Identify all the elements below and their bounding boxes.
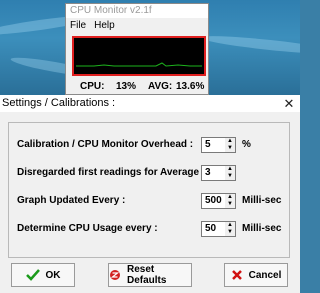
cancel-button[interactable]: Cancel — [224, 263, 288, 287]
reset-label: Reset Defaults — [127, 264, 167, 286]
avg-value: 13.6% — [176, 81, 205, 92]
cpu-monitor-titlebar[interactable]: CPU Monitor v2.1f — [66, 4, 208, 18]
cancel-label: Cancel — [248, 269, 282, 281]
readings-stepper[interactable]: 3 ▲ ▼ — [201, 165, 236, 181]
wallpaper-streak — [199, 32, 300, 58]
cpu-label: CPU: — [80, 81, 105, 92]
spin-down-icon[interactable]: ▼ — [225, 145, 235, 152]
graph-update-label: Graph Updated Every : — [17, 195, 126, 206]
readings-label: Disregarded first readings for Average C… — [17, 167, 230, 178]
cpu-status-bar: CPU: 13% AVG: 13.6% — [72, 78, 206, 94]
cpu-usage-label: Determine CPU Usage every : — [17, 223, 158, 234]
settings-dialog: Settings / Calibrations : ✕ Calibration … — [0, 95, 300, 293]
close-icon[interactable]: ✕ — [282, 95, 296, 112]
spin-up-icon[interactable]: ▲ — [225, 166, 235, 173]
cpu-usage-unit: Milli-sec — [242, 223, 282, 234]
overhead-unit: % — [242, 139, 251, 150]
graph-update-unit: Milli-sec — [242, 195, 282, 206]
dialog-title: Settings / Calibrations : — [2, 97, 116, 109]
cpu-usage-value[interactable]: 50 — [205, 223, 216, 234]
menu-help[interactable]: Help — [94, 18, 115, 33]
cpu-graph-line — [76, 62, 202, 67]
overhead-value[interactable]: 5 — [205, 139, 211, 150]
readings-row: Disregarded first readings for Average C… — [9, 165, 291, 183]
cpu-usage-stepper[interactable]: 50 ▲ ▼ — [201, 221, 236, 237]
cpu-graph-plot — [76, 62, 202, 67]
settings-group: Calibration / CPU Monitor Overhead : 5 ▲… — [8, 122, 290, 258]
graph-update-row: Graph Updated Every : 500 ▲ ▼ Milli-sec — [9, 193, 291, 211]
dialog-titlebar[interactable]: Settings / Calibrations : ✕ — [0, 95, 300, 112]
cpu-monitor-window: CPU Monitor v2.1f File Help CPU: 13% AVG… — [65, 3, 209, 95]
spin-up-icon[interactable]: ▲ — [225, 194, 235, 201]
check-icon — [25, 269, 40, 281]
spin-down-icon[interactable]: ▼ — [225, 173, 235, 180]
spin-down-icon[interactable]: ▼ — [225, 229, 235, 236]
ok-label: OK — [45, 269, 61, 281]
overhead-row: Calibration / CPU Monitor Overhead : 5 ▲… — [9, 137, 291, 155]
spin-up-icon[interactable]: ▲ — [225, 138, 235, 145]
readings-value[interactable]: 3 — [205, 167, 211, 178]
cancel-icon — [231, 269, 243, 281]
overhead-stepper[interactable]: 5 ▲ ▼ — [201, 137, 236, 153]
desktop-background: CPU Monitor v2.1f File Help CPU: 13% AVG… — [0, 0, 300, 95]
spin-down-icon[interactable]: ▼ — [225, 201, 235, 208]
reset-icon — [109, 269, 121, 281]
cpu-usage-row: Determine CPU Usage every : 50 ▲ ▼ Milli… — [9, 221, 291, 239]
reset-defaults-button[interactable]: Reset Defaults — [108, 263, 192, 287]
menu-file[interactable]: File — [70, 18, 86, 33]
graph-update-stepper[interactable]: 500 ▲ ▼ — [201, 193, 236, 209]
dialog-body: Calibration / CPU Monitor Overhead : 5 ▲… — [0, 112, 300, 293]
cpu-monitor-menubar: File Help — [66, 18, 208, 33]
ok-button[interactable]: OK — [11, 263, 75, 287]
avg-label: AVG: — [148, 81, 173, 92]
graph-update-value[interactable]: 500 — [205, 195, 222, 206]
spin-up-icon[interactable]: ▲ — [225, 222, 235, 229]
overhead-label: Calibration / CPU Monitor Overhead : — [17, 139, 194, 150]
cpu-value: 13% — [116, 81, 137, 92]
cpu-graph — [72, 36, 206, 76]
